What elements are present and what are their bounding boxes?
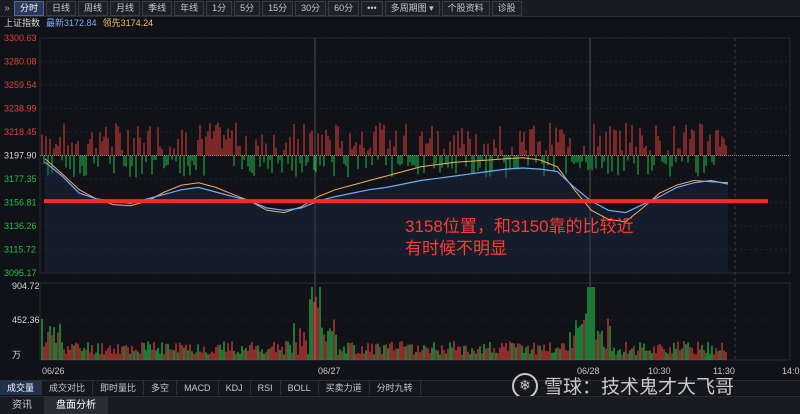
price-tick: 3177.35 [4,174,37,184]
annotation-line-1: 3158位置，和3150靠的比较近 [405,217,634,236]
price-tick: 3095.17 [4,268,37,278]
indicator-tab[interactable]: MACD [177,381,219,395]
price-tick: 3300.63 [4,33,37,43]
indicator-tab[interactable]: 多空 [144,381,178,395]
time-tick: 06/26 [42,366,65,376]
volume-tick: 904.72 [12,281,40,291]
indicator-tab[interactable]: BOLL [281,381,319,395]
volume-tick: 万 [12,350,21,360]
price-tick: 3136.26 [4,221,37,231]
price-tick: 3115.72 [4,245,36,255]
price-tick: 3259.54 [4,80,37,90]
xueqiu-logo-icon: ❄ [512,372,538,399]
footer-tab[interactable]: 资讯 [0,397,44,414]
chart-annotation: 3158位置，和3150靠的比较近 有时候不明显 [405,216,634,260]
indicator-tab[interactable]: 买卖力道 [319,381,370,395]
watermark: ❄ 雪球：技术鬼才大飞哥 [512,372,734,399]
price-tick: 3280.08 [4,57,37,67]
watermark-text: 雪球：技术鬼才大飞哥 [544,377,735,398]
footer-tab[interactable]: 盘面分析 [44,397,108,414]
indicator-tab[interactable]: KDJ [219,381,251,395]
indicator-tab[interactable]: 即时量比 [93,381,145,395]
price-tick: 3197.90 [4,151,37,161]
volume-tick: 452.36 [12,315,40,325]
intraday-chart[interactable]: 3300.63 3280.08 3259.54 3238.99 3218.45 3197.… [0,0,800,380]
indicator-tab[interactable]: RSI [251,381,281,395]
time-tick: 06/27 [318,366,341,376]
price-tick: 3156.81 [4,198,37,208]
price-tick: 3238.99 [4,104,37,114]
indicator-tab[interactable]: 分时九转 [370,381,421,395]
price-tick: 3218.45 [4,127,37,137]
indicator-tab[interactable]: 成交量 [0,381,43,395]
indicator-tab[interactable]: 成交对比 [42,381,94,395]
annotation-line-2: 有时候不明显 [405,239,507,258]
time-tick: 14:0 [782,366,800,376]
footer-tabs: 资讯 盘面分析 [0,396,800,414]
